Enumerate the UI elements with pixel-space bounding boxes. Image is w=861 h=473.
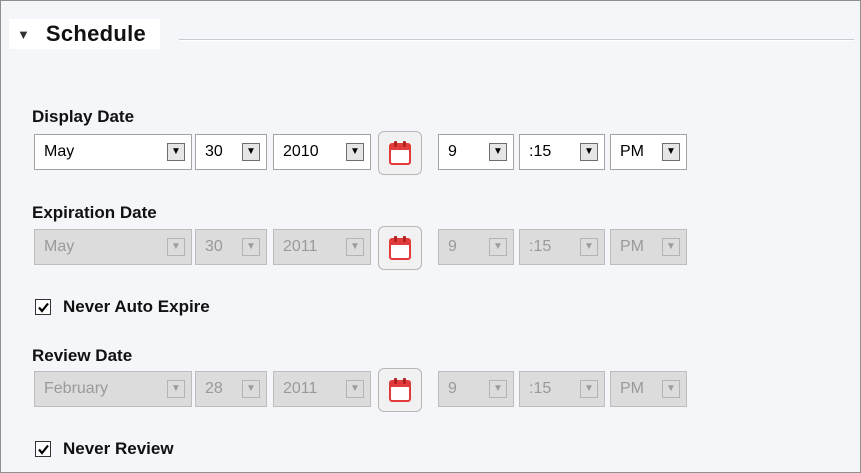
review-hour-value: 9 [448,380,457,397]
display-date-calendar-button[interactable] [378,131,422,175]
chevron-down-icon: ▼ [662,143,680,161]
review-year-value: 2011 [283,380,318,397]
display-minute-value: :15 [529,143,552,160]
chevron-down-icon: ▼ [346,380,364,398]
calendar-icon [389,141,411,165]
section-title: Schedule [45,21,147,46]
never-review-checkbox[interactable] [35,441,51,457]
chevron-down-icon: ▼ [346,238,364,256]
chevron-down-icon: ▼ [242,143,260,161]
chevron-down-icon: ▼ [167,380,185,398]
calendar-icon [389,236,411,260]
display-ampm-value: PM [620,143,644,160]
expiration-ampm-select[interactable]: PM ▼ [610,229,687,265]
expiration-hour-select[interactable]: 9 ▼ [438,229,514,265]
display-ampm-select[interactable]: PM ▼ [610,134,687,170]
expiration-ampm-value: PM [620,238,644,255]
expiration-minute-value: :15 [529,238,552,255]
checkmark-icon [37,444,49,455]
chevron-down-icon: ▼ [489,380,507,398]
calendar-icon [389,378,411,402]
never-auto-expire-option[interactable]: Never Auto Expire [35,297,210,317]
section-header: ▼ Schedule [9,19,161,49]
checkmark-icon [37,302,49,313]
display-day-value: 30 [205,143,223,160]
display-year-select[interactable]: 2010 ▼ [273,134,371,170]
chevron-down-icon: ▼ [167,238,185,256]
chevron-down-icon: ▼ [489,143,507,161]
review-date-label: Review Date [32,346,133,365]
expiration-year-select[interactable]: 2011 ▼ [273,229,371,265]
display-month-select[interactable]: May ▼ [34,134,192,170]
chevron-down-icon: ▼ [346,143,364,161]
schedule-panel: ▼ Schedule Display Date May ▼ 30 ▼ 2010 … [0,0,861,473]
display-hour-select[interactable]: 9 ▼ [438,134,514,170]
review-hour-select[interactable]: 9 ▼ [438,371,514,407]
review-month-select[interactable]: February ▼ [34,371,192,407]
chevron-down-icon: ▼ [167,143,185,161]
never-auto-expire-checkbox[interactable] [35,299,51,315]
never-review-label: Never Review [63,439,174,458]
review-ampm-value: PM [620,380,644,397]
expiration-month-select[interactable]: May ▼ [34,229,192,265]
display-date-label: Display Date [32,107,135,126]
chevron-down-icon: ▼ [489,238,507,256]
display-month-value: May [44,143,75,160]
collapse-toggle-icon[interactable]: ▼ [17,27,30,42]
expiration-hour-value: 9 [448,238,457,255]
expiration-day-value: 30 [205,238,223,255]
expiration-minute-select[interactable]: :15 ▼ [519,229,605,265]
expiration-year-value: 2011 [283,238,318,255]
chevron-down-icon: ▼ [242,380,260,398]
display-day-select[interactable]: 30 ▼ [195,134,267,170]
chevron-down-icon: ▼ [662,238,680,256]
chevron-down-icon: ▼ [580,380,598,398]
review-date-calendar-button[interactable] [378,368,422,412]
never-auto-expire-label: Never Auto Expire [63,297,210,316]
display-year-value: 2010 [283,143,319,160]
never-review-option[interactable]: Never Review [35,439,174,459]
chevron-down-icon: ▼ [242,238,260,256]
expiration-date-calendar-button[interactable] [378,226,422,270]
review-month-value: February [44,380,109,397]
review-day-select[interactable]: 28 ▼ [195,371,267,407]
display-minute-select[interactable]: :15 ▼ [519,134,605,170]
review-minute-select[interactable]: :15 ▼ [519,371,605,407]
expiration-month-value: May [44,238,75,255]
review-ampm-select[interactable]: PM ▼ [610,371,687,407]
review-day-value: 28 [205,380,223,397]
review-minute-value: :15 [529,380,552,397]
display-hour-value: 9 [448,143,457,160]
review-year-select[interactable]: 2011 ▼ [273,371,371,407]
chevron-down-icon: ▼ [580,143,598,161]
header-divider [179,39,854,41]
expiration-day-select[interactable]: 30 ▼ [195,229,267,265]
chevron-down-icon: ▼ [580,238,598,256]
chevron-down-icon: ▼ [662,380,680,398]
expiration-date-label: Expiration Date [32,203,157,222]
